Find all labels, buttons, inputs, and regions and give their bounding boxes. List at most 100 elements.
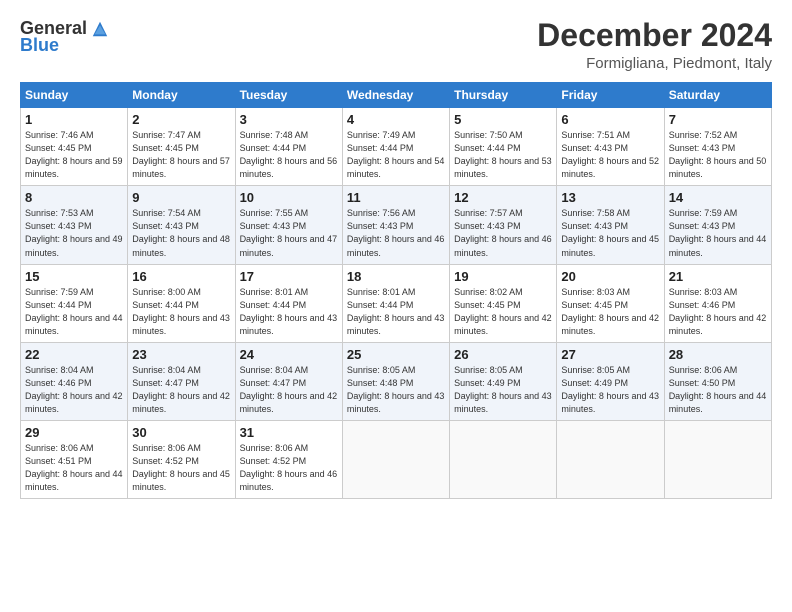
logo-icon — [91, 20, 109, 38]
day-number: 1 — [25, 112, 123, 127]
calendar-cell — [342, 420, 449, 498]
day-info: Sunrise: 7:46 AMSunset: 4:45 PMDaylight:… — [25, 130, 123, 179]
day-number: 9 — [132, 190, 230, 205]
calendar-cell: 18 Sunrise: 8:01 AMSunset: 4:44 PMDaylig… — [342, 264, 449, 342]
day-number: 19 — [454, 269, 552, 284]
calendar-cell: 8 Sunrise: 7:53 AMSunset: 4:43 PMDayligh… — [21, 186, 128, 264]
calendar-table: SundayMondayTuesdayWednesdayThursdayFrid… — [20, 82, 772, 499]
day-number: 12 — [454, 190, 552, 205]
day-number: 2 — [132, 112, 230, 127]
day-info: Sunrise: 7:51 AMSunset: 4:43 PMDaylight:… — [561, 130, 659, 179]
calendar-cell: 1 Sunrise: 7:46 AMSunset: 4:45 PMDayligh… — [21, 108, 128, 186]
day-number: 3 — [240, 112, 338, 127]
calendar-cell: 10 Sunrise: 7:55 AMSunset: 4:43 PMDaylig… — [235, 186, 342, 264]
calendar-week-4: 22 Sunrise: 8:04 AMSunset: 4:46 PMDaylig… — [21, 342, 772, 420]
calendar-cell: 19 Sunrise: 8:02 AMSunset: 4:45 PMDaylig… — [450, 264, 557, 342]
calendar-cell: 5 Sunrise: 7:50 AMSunset: 4:44 PMDayligh… — [450, 108, 557, 186]
day-number: 4 — [347, 112, 445, 127]
day-number: 17 — [240, 269, 338, 284]
day-number: 16 — [132, 269, 230, 284]
calendar-cell: 4 Sunrise: 7:49 AMSunset: 4:44 PMDayligh… — [342, 108, 449, 186]
day-header-monday: Monday — [128, 83, 235, 108]
day-info: Sunrise: 7:50 AMSunset: 4:44 PMDaylight:… — [454, 130, 552, 179]
day-info: Sunrise: 8:00 AMSunset: 4:44 PMDaylight:… — [132, 287, 230, 336]
day-number: 22 — [25, 347, 123, 362]
day-number: 11 — [347, 190, 445, 205]
day-info: Sunrise: 8:04 AMSunset: 4:47 PMDaylight:… — [132, 365, 230, 414]
day-info: Sunrise: 7:55 AMSunset: 4:43 PMDaylight:… — [240, 208, 338, 257]
calendar-cell: 23 Sunrise: 8:04 AMSunset: 4:47 PMDaylig… — [128, 342, 235, 420]
day-info: Sunrise: 8:04 AMSunset: 4:47 PMDaylight:… — [240, 365, 338, 414]
calendar-week-3: 15 Sunrise: 7:59 AMSunset: 4:44 PMDaylig… — [21, 264, 772, 342]
day-number: 29 — [25, 425, 123, 440]
logo-blue: Blue — [20, 35, 59, 56]
calendar-cell — [664, 420, 771, 498]
day-info: Sunrise: 8:04 AMSunset: 4:46 PMDaylight:… — [25, 365, 123, 414]
day-info: Sunrise: 8:02 AMSunset: 4:45 PMDaylight:… — [454, 287, 552, 336]
day-info: Sunrise: 7:59 AMSunset: 4:44 PMDaylight:… — [25, 287, 123, 336]
calendar-cell: 26 Sunrise: 8:05 AMSunset: 4:49 PMDaylig… — [450, 342, 557, 420]
calendar-cell: 3 Sunrise: 7:48 AMSunset: 4:44 PMDayligh… — [235, 108, 342, 186]
day-info: Sunrise: 7:57 AMSunset: 4:43 PMDaylight:… — [454, 208, 552, 257]
calendar-cell: 14 Sunrise: 7:59 AMSunset: 4:43 PMDaylig… — [664, 186, 771, 264]
calendar-cell: 27 Sunrise: 8:05 AMSunset: 4:49 PMDaylig… — [557, 342, 664, 420]
day-number: 13 — [561, 190, 659, 205]
calendar-cell: 16 Sunrise: 8:00 AMSunset: 4:44 PMDaylig… — [128, 264, 235, 342]
calendar-cell: 15 Sunrise: 7:59 AMSunset: 4:44 PMDaylig… — [21, 264, 128, 342]
page-header: General Blue December 2024 Formigliana, … — [20, 18, 772, 72]
day-info: Sunrise: 8:06 AMSunset: 4:52 PMDaylight:… — [240, 443, 338, 492]
calendar-cell: 21 Sunrise: 8:03 AMSunset: 4:46 PMDaylig… — [664, 264, 771, 342]
day-number: 20 — [561, 269, 659, 284]
day-info: Sunrise: 8:05 AMSunset: 4:49 PMDaylight:… — [561, 365, 659, 414]
day-number: 21 — [669, 269, 767, 284]
day-info: Sunrise: 7:48 AMSunset: 4:44 PMDaylight:… — [240, 130, 338, 179]
location-title: Formigliana, Piedmont, Italy — [537, 55, 772, 72]
day-header-tuesday: Tuesday — [235, 83, 342, 108]
calendar-week-2: 8 Sunrise: 7:53 AMSunset: 4:43 PMDayligh… — [21, 186, 772, 264]
calendar-cell: 25 Sunrise: 8:05 AMSunset: 4:48 PMDaylig… — [342, 342, 449, 420]
calendar-week-5: 29 Sunrise: 8:06 AMSunset: 4:51 PMDaylig… — [21, 420, 772, 498]
day-info: Sunrise: 7:56 AMSunset: 4:43 PMDaylight:… — [347, 208, 445, 257]
day-info: Sunrise: 8:01 AMSunset: 4:44 PMDaylight:… — [240, 287, 338, 336]
day-number: 7 — [669, 112, 767, 127]
calendar-cell: 31 Sunrise: 8:06 AMSunset: 4:52 PMDaylig… — [235, 420, 342, 498]
calendar-cell — [557, 420, 664, 498]
day-info: Sunrise: 7:58 AMSunset: 4:43 PMDaylight:… — [561, 208, 659, 257]
day-info: Sunrise: 8:06 AMSunset: 4:51 PMDaylight:… — [25, 443, 123, 492]
calendar-cell: 11 Sunrise: 7:56 AMSunset: 4:43 PMDaylig… — [342, 186, 449, 264]
calendar-page: General Blue December 2024 Formigliana, … — [0, 0, 792, 612]
day-info: Sunrise: 7:54 AMSunset: 4:43 PMDaylight:… — [132, 208, 230, 257]
calendar-cell: 29 Sunrise: 8:06 AMSunset: 4:51 PMDaylig… — [21, 420, 128, 498]
day-number: 18 — [347, 269, 445, 284]
day-info: Sunrise: 8:03 AMSunset: 4:45 PMDaylight:… — [561, 287, 659, 336]
day-number: 25 — [347, 347, 445, 362]
day-number: 24 — [240, 347, 338, 362]
calendar-cell: 28 Sunrise: 8:06 AMSunset: 4:50 PMDaylig… — [664, 342, 771, 420]
day-number: 31 — [240, 425, 338, 440]
day-number: 23 — [132, 347, 230, 362]
calendar-cell: 2 Sunrise: 7:47 AMSunset: 4:45 PMDayligh… — [128, 108, 235, 186]
day-header-friday: Friday — [557, 83, 664, 108]
day-number: 27 — [561, 347, 659, 362]
day-info: Sunrise: 7:52 AMSunset: 4:43 PMDaylight:… — [669, 130, 767, 179]
calendar-cell: 13 Sunrise: 7:58 AMSunset: 4:43 PMDaylig… — [557, 186, 664, 264]
calendar-cell: 24 Sunrise: 8:04 AMSunset: 4:47 PMDaylig… — [235, 342, 342, 420]
day-header-sunday: Sunday — [21, 83, 128, 108]
day-number: 30 — [132, 425, 230, 440]
day-header-thursday: Thursday — [450, 83, 557, 108]
day-info: Sunrise: 7:47 AMSunset: 4:45 PMDaylight:… — [132, 130, 230, 179]
calendar-cell: 17 Sunrise: 8:01 AMSunset: 4:44 PMDaylig… — [235, 264, 342, 342]
calendar-cell: 20 Sunrise: 8:03 AMSunset: 4:45 PMDaylig… — [557, 264, 664, 342]
month-title: December 2024 — [537, 18, 772, 53]
calendar-cell: 22 Sunrise: 8:04 AMSunset: 4:46 PMDaylig… — [21, 342, 128, 420]
calendar-cell — [450, 420, 557, 498]
day-info: Sunrise: 8:05 AMSunset: 4:48 PMDaylight:… — [347, 365, 445, 414]
title-block: December 2024 Formigliana, Piedmont, Ita… — [537, 18, 772, 72]
day-number: 28 — [669, 347, 767, 362]
calendar-cell: 30 Sunrise: 8:06 AMSunset: 4:52 PMDaylig… — [128, 420, 235, 498]
day-number: 10 — [240, 190, 338, 205]
day-header-saturday: Saturday — [664, 83, 771, 108]
day-number: 8 — [25, 190, 123, 205]
header-row: SundayMondayTuesdayWednesdayThursdayFrid… — [21, 83, 772, 108]
day-info: Sunrise: 7:49 AMSunset: 4:44 PMDaylight:… — [347, 130, 445, 179]
